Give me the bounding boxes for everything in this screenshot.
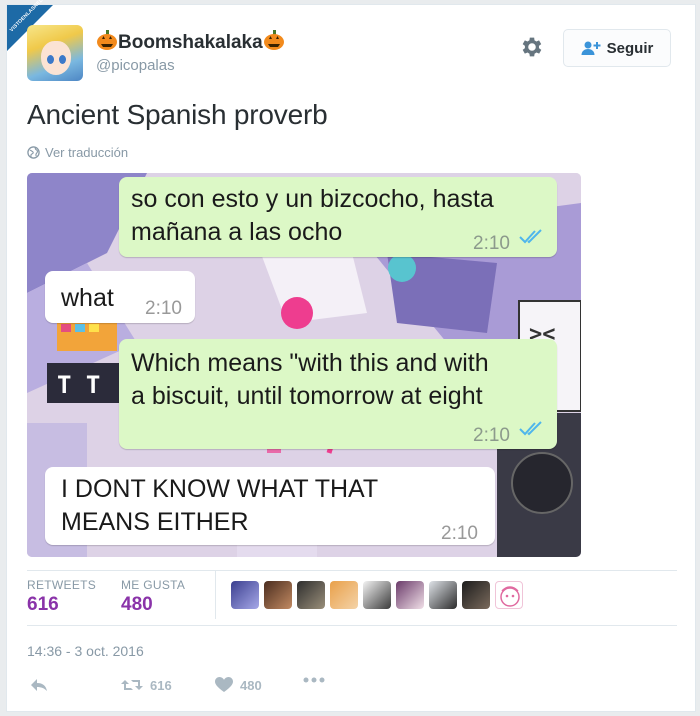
divider (27, 570, 677, 571)
heart-icon (215, 677, 233, 692)
avatar[interactable] (27, 25, 83, 81)
pumpkin-emoji-icon (263, 30, 284, 50)
avatar-face (41, 41, 71, 75)
liker-avatar[interactable] (363, 581, 391, 609)
liker-avatar[interactable] (396, 581, 424, 609)
double-check-icon (519, 229, 542, 244)
chat-bubble-incoming: what 2:10 (45, 271, 195, 323)
retweet-button[interactable]: 616 (121, 677, 172, 693)
retweets-count[interactable]: 616 (27, 594, 59, 616)
likes-label: ME GUSTA (121, 578, 186, 592)
tweet-card: VISTOENLASREDES.COM Boomshakalaka @picop… (6, 0, 696, 712)
follow-button-label: Seguir (606, 39, 654, 57)
more-button[interactable] (303, 677, 325, 683)
reply-icon (31, 679, 47, 691)
retweet-action-count: 616 (150, 677, 172, 693)
cartoon-face-icon (500, 586, 520, 607)
translate-label: Ver traducción (45, 145, 129, 160)
user-handle[interactable]: @picopalas (96, 57, 175, 74)
more-dots-icon (303, 677, 325, 683)
message-text: Which means "with this and with a biscui… (131, 349, 489, 410)
like-button[interactable]: 480 (215, 677, 262, 693)
avatar-eye (59, 55, 66, 64)
tweet-timestamp[interactable]: 14:36 - 3 oct. 2016 (27, 643, 144, 659)
avatar-eye (47, 55, 54, 64)
chat-bubble-outgoing: Which means "with this and with a biscui… (119, 339, 557, 449)
liker-avatar[interactable] (264, 581, 292, 609)
stats-separator (215, 571, 216, 619)
double-check-icon (519, 421, 542, 436)
translate-link[interactable]: Ver traducción (27, 145, 128, 160)
like-action-count: 480 (240, 677, 262, 693)
tweet-media-image[interactable]: T T >< so con esto y un bizcocho, hasta … (27, 173, 581, 557)
chat-bubble-outgoing: so con esto y un bizcocho, hasta mañana … (119, 177, 557, 257)
gear-icon[interactable] (519, 34, 545, 60)
likes-count[interactable]: 480 (121, 594, 153, 616)
liker-avatar[interactable] (297, 581, 325, 609)
liker-avatar[interactable] (231, 581, 259, 609)
svg-text:T T: T T (57, 371, 100, 399)
message-time: 2:10 (473, 425, 510, 446)
message-text: I DONT KNOW WHAT THAT MEANS EITHER (61, 475, 379, 536)
tweet-text: Ancient Spanish proverb (27, 99, 328, 130)
liker-avatar[interactable] (330, 581, 358, 609)
retweets-label: RETWEETS (27, 578, 97, 592)
divider (27, 625, 677, 626)
retweet-icon (121, 680, 143, 690)
follow-button[interactable]: Seguir (563, 29, 671, 67)
liker-avatar[interactable] (462, 581, 490, 609)
display-name-text: Boomshakalaka (118, 32, 263, 53)
liker-avatar[interactable] (429, 581, 457, 609)
message-time: 2:10 (473, 233, 510, 254)
add-user-icon (581, 41, 601, 55)
reply-button[interactable] (29, 677, 49, 693)
liker-avatar[interactable] (495, 581, 523, 609)
message-time: 2:10 (145, 298, 182, 319)
chat-bubble-incoming: I DONT KNOW WHAT THAT MEANS EITHER 2:10 (45, 467, 495, 545)
pumpkin-emoji-icon (97, 30, 117, 50)
globe-icon (27, 146, 40, 159)
display-name[interactable]: Boomshakalaka (96, 29, 285, 54)
message-time: 2:10 (441, 523, 478, 544)
